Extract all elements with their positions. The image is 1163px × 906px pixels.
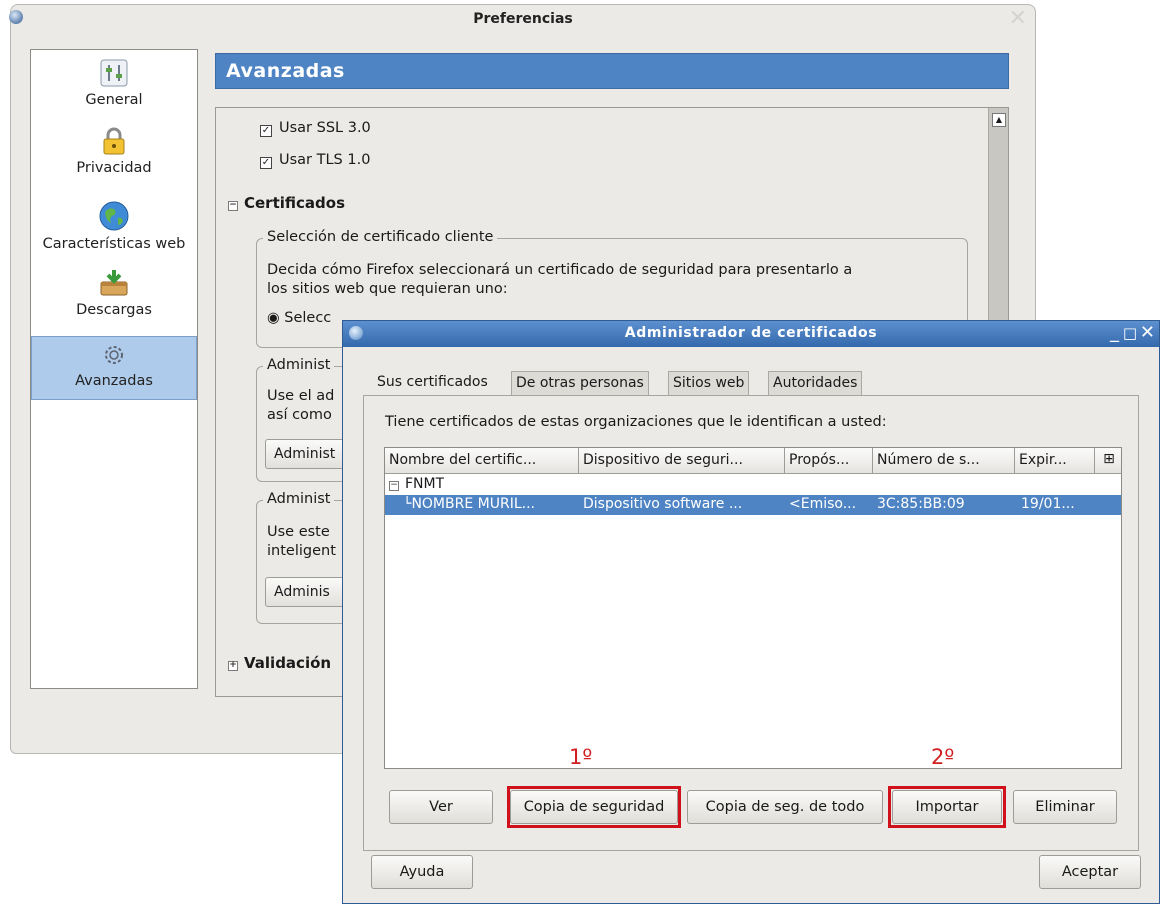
cell-expires: 19/01... xyxy=(1021,496,1075,512)
collapse-icon[interactable]: − xyxy=(389,481,399,491)
scroll-up-arrow-icon[interactable]: ▲ xyxy=(992,113,1006,127)
ssl-checkbox[interactable]: ✓ Usar SSL 3.0 xyxy=(260,120,371,137)
tab-de-otras-personas[interactable]: De otras personas xyxy=(511,371,649,395)
cell-serial: 3C:85:BB:09 xyxy=(877,496,965,512)
help-button[interactable]: Ayuda xyxy=(371,855,473,889)
tls-checkbox[interactable]: ✓ Usar TLS 1.0 xyxy=(260,152,371,169)
sidebar-item-label: Características web xyxy=(42,236,186,252)
general-icon xyxy=(100,59,128,87)
cell-purpose: <Emiso... xyxy=(789,496,857,512)
radio-selected-icon[interactable]: ◉ xyxy=(267,310,280,326)
window-title: Preferencias xyxy=(473,11,573,27)
validation-heading[interactable]: + Validación xyxy=(228,654,331,672)
highlight-box-import xyxy=(888,786,1006,828)
client-cert-desc-1: Decida cómo Firefox seleccionará un cert… xyxy=(267,262,853,278)
cell-name: └NOMBRE MURIL... xyxy=(403,496,535,512)
preferences-sidebar: General Privacidad Características web D… xyxy=(30,49,198,689)
sidebar-item-general[interactable]: General xyxy=(31,58,197,108)
certificate-manager-dialog: Administrador de certificados _ □ ✕ Sus … xyxy=(342,320,1160,904)
sidebar-item-caracteristicas-web[interactable]: Características web xyxy=(31,200,197,252)
admin-desc-1b: así como xyxy=(267,407,332,423)
sidebar-item-avanzadas[interactable]: Avanzadas xyxy=(31,336,197,400)
radio-select-option[interactable]: ◉ Selecc xyxy=(267,309,331,328)
sidebar-item-label: Privacidad xyxy=(76,160,152,176)
preferences-titlebar[interactable]: Preferencias ✕ xyxy=(9,5,1035,35)
sidebar-item-privacidad[interactable]: Privacidad xyxy=(31,126,197,176)
maximize-icon[interactable]: □ xyxy=(1123,323,1137,343)
checkbox-checked[interactable]: ✓ xyxy=(260,125,272,137)
annotation-step-1: 1º xyxy=(569,745,593,769)
admin-desc-2a: Use este xyxy=(267,524,330,540)
admin-group-2-label: Administ xyxy=(263,491,335,507)
column-header-expires[interactable]: Expir... xyxy=(1015,448,1095,474)
close-icon[interactable]: ✕ xyxy=(1140,323,1155,343)
column-header-device[interactable]: Dispositivo de seguri... xyxy=(579,448,785,474)
checkbox-checked[interactable]: ✓ xyxy=(260,157,272,169)
cert-description: Tiene certificados de estas organizacion… xyxy=(385,414,887,430)
annotation-step-2: 2º xyxy=(931,745,955,769)
certificates-heading[interactable]: − Certificados xyxy=(228,194,345,212)
tls-label: Usar TLS 1.0 xyxy=(279,152,371,168)
client-cert-desc-2: los sitios web que requieran uno: xyxy=(267,281,508,297)
sidebar-item-descargas[interactable]: Descargas xyxy=(31,268,197,318)
admin-group-1-label: Administ xyxy=(263,357,335,373)
close-icon[interactable]: ✕ xyxy=(1009,8,1027,30)
client-cert-group-label: Selección de certificado cliente xyxy=(263,229,498,245)
highlight-box-backup xyxy=(507,786,681,828)
cell-device: Dispositivo software ... xyxy=(583,496,743,512)
collapse-icon[interactable]: − xyxy=(228,201,238,211)
download-icon xyxy=(100,270,128,296)
gear-icon xyxy=(105,346,123,364)
lock-icon xyxy=(103,127,125,155)
admin-desc-1a: Use el ad xyxy=(267,388,335,404)
view-button[interactable]: Ver xyxy=(389,790,493,824)
minimize-icon[interactable]: _ xyxy=(1110,323,1119,343)
group-label: FNMT xyxy=(405,476,445,492)
radio-select-label: Selecc xyxy=(284,310,332,326)
column-header-serial[interactable]: Número de s... xyxy=(873,448,1015,474)
accept-button[interactable]: Aceptar xyxy=(1039,855,1141,889)
sidebar-item-label: General xyxy=(85,92,143,108)
admin-desc-2b: inteligent xyxy=(267,543,336,559)
column-header-name[interactable]: Nombre del certific... xyxy=(385,448,579,474)
cell-name-text: NOMBRE MURIL... xyxy=(411,496,535,512)
ssl-label: Usar SSL 3.0 xyxy=(279,120,371,136)
column-header-purpose[interactable]: Propós... xyxy=(785,448,873,474)
tree-group-row[interactable]: − FNMT xyxy=(385,475,1121,495)
tab-sus-certificados[interactable]: Sus certificados xyxy=(373,371,492,395)
certificates-tree[interactable]: Nombre del certific... Dispositivo de se… xyxy=(384,447,1122,769)
expand-icon[interactable]: + xyxy=(228,661,238,671)
section-title: Avanzadas xyxy=(215,53,1009,89)
tab-autoridades[interactable]: Autoridades xyxy=(768,371,863,395)
globe-icon xyxy=(99,201,129,231)
tab-sitios-web[interactable]: Sitios web xyxy=(668,371,750,395)
table-row[interactable]: └NOMBRE MURIL... Dispositivo software ..… xyxy=(385,495,1121,515)
dialog-title: Administrador de certificados xyxy=(624,325,878,341)
sidebar-item-label: Descargas xyxy=(76,302,152,318)
certificates-heading-label: Certificados xyxy=(244,194,345,212)
backup-all-button[interactable]: Copia de seg. de todo xyxy=(687,790,883,824)
sidebar-item-label: Avanzadas xyxy=(75,373,153,389)
validation-heading-label: Validación xyxy=(244,654,332,672)
column-picker-icon[interactable]: ⊞ xyxy=(1095,448,1121,474)
delete-button[interactable]: Eliminar xyxy=(1013,790,1117,824)
cert-manager-titlebar[interactable]: Administrador de certificados _ □ ✕ xyxy=(343,321,1159,347)
